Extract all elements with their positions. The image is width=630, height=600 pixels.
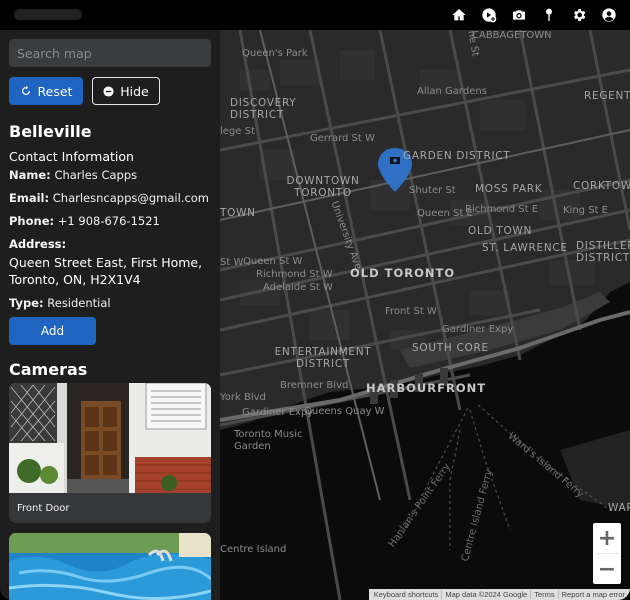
map-label: King St E [563, 205, 608, 216]
map-view[interactable]: CABBAGETOWN Queen's Park DISCOVERY DISTR… [220, 30, 630, 600]
name-row: Name: Charles Capps [9, 168, 137, 182]
map-label: WAR [608, 502, 630, 514]
type-label: Type: [9, 296, 44, 310]
camera-add-icon[interactable] [479, 6, 498, 25]
phone-row: Phone: +1 908-676-1521 [9, 214, 160, 228]
map-label: OLD TOWN [468, 225, 533, 237]
zoom-in-button[interactable]: + [593, 523, 621, 553]
map-label: Richmond St E [465, 204, 539, 215]
account-icon[interactable] [599, 6, 618, 25]
map-label: HARBOURFRONT [366, 381, 487, 395]
top-icon-bar [449, 6, 618, 24]
map-label: York Blvd [220, 392, 266, 403]
map-label: Allan Gardens [417, 86, 487, 97]
reset-button[interactable]: Reset [9, 77, 83, 105]
map-label: Queen St W [243, 256, 303, 267]
map-label: DOWNTOWN TORONTO [286, 175, 360, 199]
report-error-link[interactable]: Report a map error [557, 590, 628, 599]
map-label: lege St [220, 126, 255, 137]
map-label: Queen's Park [242, 48, 308, 59]
hide-button[interactable]: Hide [92, 77, 160, 105]
type-row: Type: Residential [9, 296, 111, 310]
map-label: MOSS PARK [475, 183, 543, 195]
sidebar: Reset Hide Belleville Contact Informatio… [0, 30, 220, 600]
name-value: Charles Capps [54, 168, 138, 182]
map-label: Gardiner Expy [442, 324, 514, 335]
app-window: Reset Hide Belleville Contact Informatio… [0, 0, 630, 600]
place-title: Belleville [9, 122, 92, 141]
phone-label: Phone: [9, 214, 55, 228]
map-label: Gerrard St W [310, 133, 375, 144]
map-label: ST. LAWRENCE [482, 242, 568, 254]
gear-icon[interactable] [569, 6, 588, 25]
keyboard-shortcuts-link[interactable]: Keyboard shortcuts [371, 590, 442, 599]
address-value: Queen Street East, First Home, Toronto, … [9, 255, 203, 287]
map-label: DISTILLERY DISTRICT [576, 240, 630, 264]
map-label: Centre Island [220, 544, 287, 555]
search-input[interactable] [9, 39, 211, 67]
map-label: Adelaide St W [263, 282, 333, 293]
contact-heading: Contact Information [9, 149, 134, 164]
top-bar [0, 0, 630, 30]
map-label: Gardiner Expy [242, 407, 314, 418]
terms-link[interactable]: Terms [530, 590, 557, 599]
camera-card-pool[interactable] [9, 533, 211, 600]
map-label: SOUTH CORE [412, 342, 489, 354]
phone-value: +1 908-676-1521 [57, 214, 160, 228]
camera-icon[interactable] [509, 6, 528, 25]
cameras-heading: Cameras [9, 360, 88, 379]
brand-placeholder [14, 9, 82, 20]
map-label: CABBAGETOWN [472, 30, 552, 41]
email-value: Charlesncapps@gmail.com [52, 191, 210, 205]
address-label: Address: [9, 237, 67, 251]
camera-card-front-door[interactable]: Front Door [9, 383, 211, 523]
map-label: Bremner Blvd [280, 380, 349, 391]
email-row: Email: Charlesncapps@gmail.com [9, 191, 209, 205]
email-label: Email: [9, 191, 50, 205]
name-label: Name: [9, 168, 51, 182]
zoom-control: + − [593, 523, 621, 584]
refresh-icon [21, 85, 30, 95]
map-label: DISCOVERY DISTRICT [230, 97, 297, 121]
zoom-out-button[interactable]: − [593, 554, 621, 584]
add-button[interactable]: Add [9, 317, 96, 345]
map-attribution: Keyboard shortcuts Map data ©2024 Google… [368, 589, 630, 600]
map-data-text: Map data ©2024 Google [441, 590, 530, 599]
map-label: Toronto Music Garden [234, 429, 303, 452]
map-label: Richmond St W [256, 269, 333, 280]
map-label: TOWN [220, 207, 256, 219]
map-label: Shuter St [409, 185, 456, 196]
camera-card-label: Front Door [17, 503, 70, 514]
map-label: ENTERTAINMENT DISTRICT [274, 346, 372, 370]
reset-button-label: Reset [37, 83, 73, 99]
map-label: St W [220, 257, 244, 268]
map-label: CORKTOWN [573, 180, 630, 192]
front-door-thumbnail [9, 383, 211, 493]
pool-thumbnail [9, 533, 211, 600]
home-icon[interactable] [449, 6, 468, 25]
map-label: GARDEN DISTRICT [403, 150, 511, 162]
type-value: Residential [47, 296, 111, 310]
map-label: Queens Quay W [304, 406, 385, 417]
hide-icon [103, 85, 114, 97]
map-label: Front St W [385, 306, 437, 317]
map-label: REGENT [584, 90, 630, 102]
map-label: OLD TORONTO [350, 266, 456, 280]
pin-icon[interactable] [539, 6, 558, 25]
hide-button-label: Hide [120, 83, 149, 99]
